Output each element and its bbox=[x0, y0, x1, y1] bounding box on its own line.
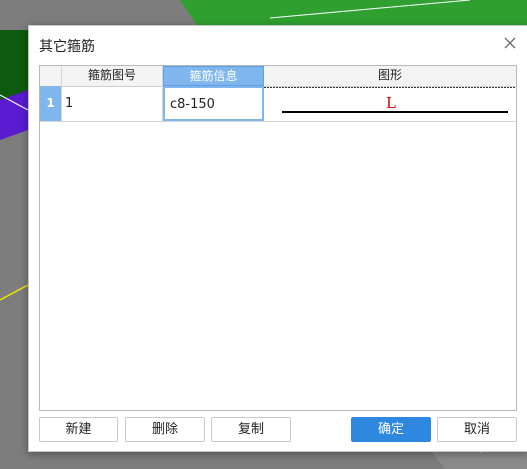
stirrup-info-cell[interactable]: c8-150 bbox=[163, 86, 264, 121]
copy-button[interactable]: 复制 bbox=[211, 417, 291, 442]
column-header-figure-no[interactable]: 箍筋图号 bbox=[62, 66, 163, 86]
shape-cell[interactable]: L bbox=[264, 86, 516, 121]
column-header-shape[interactable]: 图形 bbox=[264, 66, 516, 86]
new-button[interactable]: 新建 bbox=[39, 417, 118, 442]
ok-button[interactable]: 确定 bbox=[351, 417, 431, 442]
close-icon[interactable] bbox=[502, 35, 518, 51]
other-stirrups-dialog: 其它箍筋 箍筋图号 箍筋信息 图形 1 1 c8-150 L 新建 删除 复制 … bbox=[28, 25, 527, 452]
header-corner bbox=[40, 66, 62, 86]
stirrup-shape-drawing: L bbox=[264, 87, 516, 113]
table-header: 箍筋图号 箍筋信息 图形 bbox=[40, 66, 516, 87]
stirrup-table: 箍筋图号 箍筋信息 图形 1 1 c8-150 L bbox=[39, 65, 517, 411]
delete-button[interactable]: 删除 bbox=[125, 417, 205, 442]
cancel-button[interactable]: 取消 bbox=[437, 417, 517, 442]
shape-label: L bbox=[386, 94, 396, 112]
row-number[interactable]: 1 bbox=[40, 86, 62, 121]
dialog-title: 其它箍筋 bbox=[39, 39, 95, 55]
column-header-info[interactable]: 箍筋信息 bbox=[163, 66, 264, 86]
title-bar: 其它箍筋 bbox=[29, 26, 527, 62]
figure-no-cell[interactable]: 1 bbox=[62, 86, 163, 121]
table-row[interactable]: 1 1 c8-150 L bbox=[40, 86, 516, 122]
